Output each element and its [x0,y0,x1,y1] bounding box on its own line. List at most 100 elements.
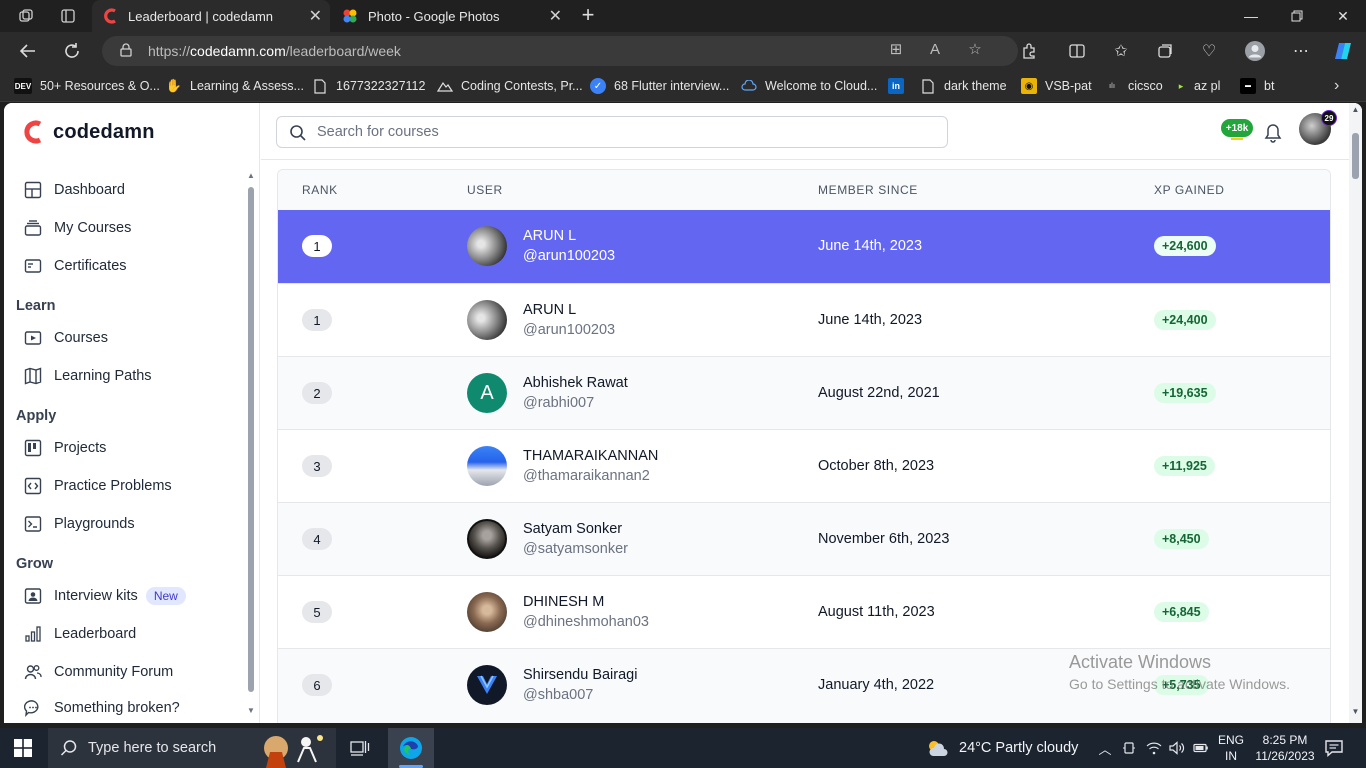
sidebar-item-something-broken[interactable]: Something broken? [24,696,180,720]
favorite-link[interactable]: in [888,77,912,95]
table-row[interactable]: 2 A Abhishek Rawat @rabhi007 August 22nd… [278,356,1330,429]
user-name[interactable]: DHINESH M [523,594,604,610]
favorites-icon[interactable]: ✩ [1110,40,1132,62]
favorite-link[interactable]: ▬ bt [1240,77,1274,95]
sidebar-item-leaderboard[interactable]: Leaderboard [24,622,136,646]
sidebar-item-learning-paths[interactable]: Learning Paths [24,364,152,388]
user-avatar[interactable] [467,665,507,705]
favorite-link[interactable]: ◉ VSB-pat [1021,77,1092,95]
scroll-up-arrow-icon[interactable]: ▲ [1351,105,1360,114]
bt-icon: ▬ [1240,78,1256,94]
volume-icon[interactable] [1168,739,1186,757]
restore-icon[interactable] [1274,0,1320,32]
split-screen-icon[interactable] [1066,40,1088,62]
sidebar-item-playgrounds[interactable]: Playgrounds [24,512,135,536]
performance-icon[interactable]: ♡ [1198,40,1220,62]
favorites-overflow-chevron-icon[interactable]: › [1334,77,1339,95]
sidebar-item-community-forum[interactable]: Community Forum [24,660,173,684]
battery-icon[interactable] [1192,739,1210,757]
page-scrollbar[interactable]: ▲ ▼ [1349,103,1362,723]
table-row[interactable]: 5 DHINESH M @dhineshmohan03 August 11th,… [278,575,1330,648]
favorite-link[interactable]: ✋ Learning & Assess... [166,77,304,95]
minimize-icon[interactable]: — [1228,0,1274,32]
close-window-icon[interactable]: ✕ [1320,0,1366,32]
favorite-link[interactable]: Coding Contests, Pr... [437,77,583,95]
user-name[interactable]: ARUN L [523,228,576,244]
close-tab-icon[interactable]: ✕ [309,6,322,26]
weather-widget[interactable]: 24°C Partly cloudy [925,738,1078,758]
close-tab-icon[interactable]: ✕ [549,6,562,26]
taskbar-search-input[interactable]: Type here to search [48,728,336,768]
tab-google-photos[interactable]: Photo - Google Photos ✕ [332,0,570,32]
profile-icon[interactable] [1244,40,1266,62]
sidebar-scrollbar[interactable]: ▲ ▼ [246,171,256,719]
brand-logo[interactable]: codedamn [22,119,155,145]
favorite-link[interactable]: ✓ 68 Flutter interview... [590,77,729,95]
search-icon [60,740,77,756]
sidebar-item-practice-problems[interactable]: Practice Problems [24,474,172,498]
user-avatar[interactable] [467,446,507,486]
search-input[interactable]: Search for courses [276,116,948,148]
favorite-link[interactable]: ılı cicsco [1104,77,1163,95]
bell-icon[interactable] [1264,123,1282,143]
table-row-current-user[interactable]: 1 ARUN L @arun100203 June 14th, 2023 +24… [278,210,1330,283]
more-menu-icon[interactable]: ⋯ [1290,40,1312,62]
table-row[interactable]: 4 Satyam Sonker @satyamsonker November 6… [278,502,1330,575]
user-avatar[interactable] [467,226,507,266]
favorite-star-icon[interactable]: ☆ [966,40,984,58]
url-field[interactable]: https://codedamn.com/leaderboard/week [102,36,1018,66]
wifi-icon[interactable] [1145,739,1163,757]
favorite-link[interactable]: ▸ az pl [1176,77,1221,95]
user-name[interactable]: ARUN L [523,302,576,318]
notifications-icon[interactable] [1324,738,1344,758]
apps-icon[interactable]: ⊞ [887,40,905,58]
read-aloud-icon[interactable]: A [926,40,944,58]
scrollbar-thumb[interactable] [248,187,254,692]
user-avatar[interactable] [467,300,507,340]
sidebar-item-my-courses[interactable]: My Courses [24,216,131,240]
user-avatar[interactable] [467,592,507,632]
tab-actions-icon[interactable] [58,6,78,26]
xp-badge[interactable]: +18k [1221,119,1253,137]
show-hidden-icons-chevron-icon[interactable]: ︿ [1096,739,1114,757]
favorite-link[interactable]: DEV 50+ Resources & O... [14,77,160,95]
favorite-link[interactable]: 1677322327112 [312,77,425,95]
table-row[interactable]: 3 THAMARAIKANNAN @thamaraikannan2 Octobe… [278,429,1330,502]
collections-icon[interactable] [1154,40,1176,62]
favorite-link[interactable]: dark theme [920,77,1007,95]
table-row[interactable]: 1 ARUN L @arun100203 June 14th, 2023 +24… [278,283,1330,356]
nav-group-learn: Learn [16,298,56,314]
windows-start-icon[interactable] [14,739,32,757]
tab-leaderboard[interactable]: Leaderboard | codedamn ✕ [92,0,330,32]
user-avatar[interactable]: A [467,373,507,413]
scroll-up-arrow-icon[interactable]: ▲ [246,171,256,181]
sidebar-item-dashboard[interactable]: Dashboard [24,178,125,202]
user-name[interactable]: THAMARAIKANNAN [523,448,658,464]
sidebar-item-interview-kits[interactable]: Interview kits New [24,584,186,608]
user-name[interactable]: Abhishek Rawat [523,375,628,391]
scrollbar-thumb[interactable] [1352,133,1359,179]
code-icon [24,477,42,495]
linkedin-icon[interactable]: in [888,78,904,94]
url-host: codedamn.com [190,43,286,59]
scroll-down-arrow-icon[interactable]: ▼ [1351,707,1360,716]
task-view-icon[interactable] [348,736,372,760]
favorite-link[interactable]: Welcome to Cloud... [741,77,877,95]
input-language[interactable]: ENG IN [1218,732,1244,764]
new-tab-icon[interactable]: + [576,4,600,28]
system-clock[interactable]: 8:25 PM 11/26/2023 [1250,732,1320,764]
scroll-down-arrow-icon[interactable]: ▼ [246,706,256,716]
sidebar-item-certificates[interactable]: Certificates [24,254,127,278]
copilot-icon[interactable] [1332,40,1354,62]
back-icon[interactable] [16,39,40,63]
sidebar-item-projects[interactable]: Projects [24,436,106,460]
edge-browser-icon[interactable] [399,736,423,760]
user-name[interactable]: Shirsendu Bairagi [523,667,637,683]
user-avatar[interactable] [467,519,507,559]
user-name[interactable]: Satyam Sonker [523,521,622,537]
device-icon[interactable] [1120,739,1138,757]
workspaces-icon[interactable] [16,6,36,26]
refresh-icon[interactable] [60,39,84,63]
extensions-icon[interactable] [1018,40,1040,62]
sidebar-item-courses[interactable]: Courses [24,326,108,350]
